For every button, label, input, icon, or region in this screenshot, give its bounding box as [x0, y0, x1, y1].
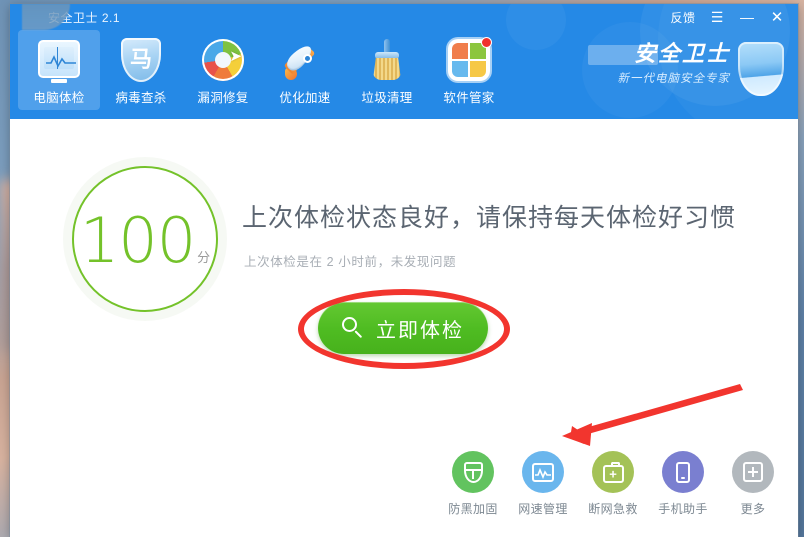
nav-label: 垃圾清理 — [361, 91, 413, 105]
feedback-button[interactable]: 反馈 — [664, 4, 702, 30]
brand-name-redaction — [588, 45, 658, 65]
phone-icon — [662, 451, 704, 493]
nav-item-software-manager[interactable]: 软件管家 — [428, 30, 510, 110]
rocket-icon — [282, 37, 328, 83]
quick-action-more[interactable]: 更多 — [730, 451, 776, 517]
brand-lockup: 安全卫士 新一代电脑安全专家 — [588, 41, 784, 96]
monitor-pulse-icon — [36, 37, 82, 83]
score-value: 100 — [79, 204, 196, 277]
menu-icon[interactable]: ☰ — [702, 4, 732, 30]
main-navigation: 电脑体检 马 病毒查杀 ➤ 漏洞修复 优化加速 垃圾清理 软件管家 — [18, 30, 510, 110]
quick-action-phone-assistant[interactable]: 手机助手 — [658, 451, 708, 517]
nav-label: 优化加速 — [279, 91, 331, 105]
nav-label: 电脑体检 — [33, 91, 85, 105]
nav-item-vuln-fix[interactable]: ➤ 漏洞修复 — [182, 30, 264, 110]
nav-item-pc-checkup[interactable]: 电脑体检 — [18, 30, 100, 110]
plus-square-icon — [732, 451, 774, 493]
brand-name: 安全卫士 — [588, 41, 731, 66]
score-inner: 100 分 — [80, 210, 210, 272]
app-header: 安全卫士 2.1 反馈 ☰ — ✕ 电脑体检 马 病毒查杀 ➤ 漏洞修复 优化加… — [10, 4, 798, 119]
start-checkup-button[interactable]: 立即体检 — [318, 302, 488, 354]
quick-action-bar: 防黑加固 网速管理 + 断网急救 手机助手 更多 — [448, 451, 776, 517]
close-icon[interactable]: ✕ — [762, 4, 792, 30]
main-content: 100 分 上次体检状态良好，请保持每天体检好习惯 上次体检是在 2 小时前，未… — [10, 119, 798, 537]
monitor-pulse-icon — [522, 451, 564, 493]
pulse-line — [46, 55, 76, 68]
title-bar[interactable]: 安全卫士 2.1 反馈 ☰ — ✕ — [10, 4, 798, 30]
app-window: 安全卫士 2.1 反馈 ☰ — ✕ 电脑体检 马 病毒查杀 ➤ 漏洞修复 优化加… — [10, 4, 798, 537]
pie-refresh-icon: ➤ — [200, 37, 246, 83]
quick-action-network-rescue[interactable]: + 断网急救 — [588, 451, 638, 517]
nav-label: 漏洞修复 — [197, 91, 249, 105]
start-checkup-label: 立即体检 — [376, 319, 464, 342]
nav-label: 病毒查杀 — [115, 91, 167, 105]
quick-action-label: 断网急救 — [588, 502, 638, 516]
nav-label: 软件管家 — [443, 91, 495, 105]
score-unit: 分 — [197, 250, 211, 265]
notification-badge — [481, 37, 492, 48]
minimize-icon[interactable]: — — [732, 4, 762, 30]
quick-action-label: 防黑加固 — [448, 502, 498, 516]
page-subtitle: 上次体检是在 2 小时前，未发现问题 — [244, 255, 457, 269]
quick-action-label: 更多 — [740, 502, 766, 516]
cursor-overlay — [22, 4, 70, 30]
shield-horse-icon: 马 — [118, 37, 164, 83]
window-controls: 反馈 ☰ — ✕ — [664, 4, 792, 30]
shield-grid-icon — [452, 451, 494, 493]
page-title: 上次体检状态良好，请保持每天体检好习惯 — [242, 204, 737, 232]
quick-action-anti-hack[interactable]: 防黑加固 — [448, 451, 498, 517]
quick-action-label: 手机助手 — [658, 502, 708, 516]
brand-text: 安全卫士 新一代电脑安全专家 — [588, 41, 731, 86]
health-score-ring: 100 分 — [72, 166, 218, 312]
nav-item-junk-clean[interactable]: 垃圾清理 — [346, 30, 428, 110]
software-grid-icon — [446, 37, 492, 83]
annotation-arrow — [562, 384, 743, 446]
first-aid-kit-icon: + — [592, 451, 634, 493]
shield-logo-icon — [738, 42, 784, 96]
quick-action-network-speed[interactable]: 网速管理 — [518, 451, 568, 517]
brand-tagline: 新一代电脑安全专家 — [617, 73, 730, 86]
broom-icon — [364, 37, 410, 83]
nav-item-virus-scan[interactable]: 马 病毒查杀 — [100, 30, 182, 110]
nav-item-optimize[interactable]: 优化加速 — [264, 30, 346, 110]
quick-action-label: 网速管理 — [518, 502, 568, 516]
magnifier-icon — [342, 317, 364, 339]
